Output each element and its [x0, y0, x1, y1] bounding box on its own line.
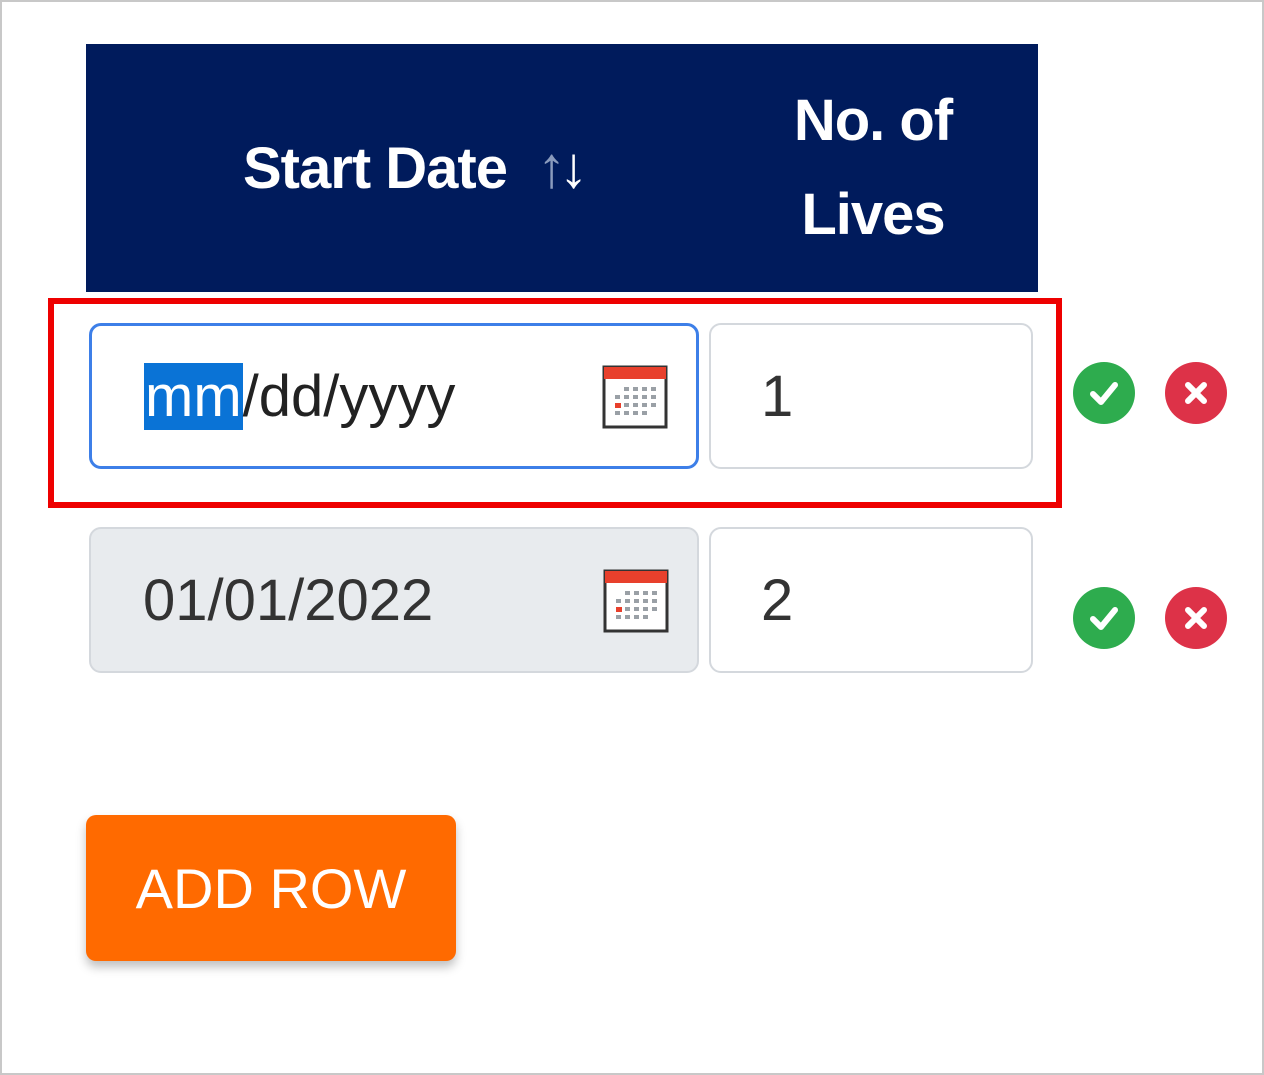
- start-date-display: 01/01/2022: [89, 527, 699, 673]
- cancel-row-button[interactable]: [1165, 587, 1227, 649]
- table-header: Start Date ↑ ↓ No. of Lives: [86, 44, 1038, 292]
- lives-header-line2: Lives: [801, 182, 945, 247]
- column-header-no-of-lives: No. of Lives: [708, 44, 1038, 292]
- close-icon: [1185, 382, 1207, 404]
- confirm-row-button[interactable]: [1073, 587, 1135, 649]
- check-icon: [1090, 607, 1118, 630]
- lives-header-line1: No. of: [793, 88, 953, 153]
- lives-input[interactable]: 2: [709, 527, 1033, 673]
- add-row-button[interactable]: ADD ROW: [86, 815, 456, 961]
- close-icon: [1185, 607, 1207, 629]
- calendar-icon: [603, 569, 669, 633]
- highlight-box: [48, 298, 1062, 508]
- start-date-label: Start Date: [243, 135, 508, 201]
- check-icon: [1090, 382, 1118, 405]
- cancel-row-button[interactable]: [1165, 362, 1227, 424]
- start-date-value: 01/01/2022: [143, 567, 434, 633]
- column-header-start-date[interactable]: Start Date ↑ ↓: [86, 44, 708, 292]
- sort-arrows-icon[interactable]: ↑ ↓: [537, 135, 588, 200]
- sort-down-icon: ↓: [558, 135, 588, 200]
- confirm-row-button[interactable]: [1073, 362, 1135, 424]
